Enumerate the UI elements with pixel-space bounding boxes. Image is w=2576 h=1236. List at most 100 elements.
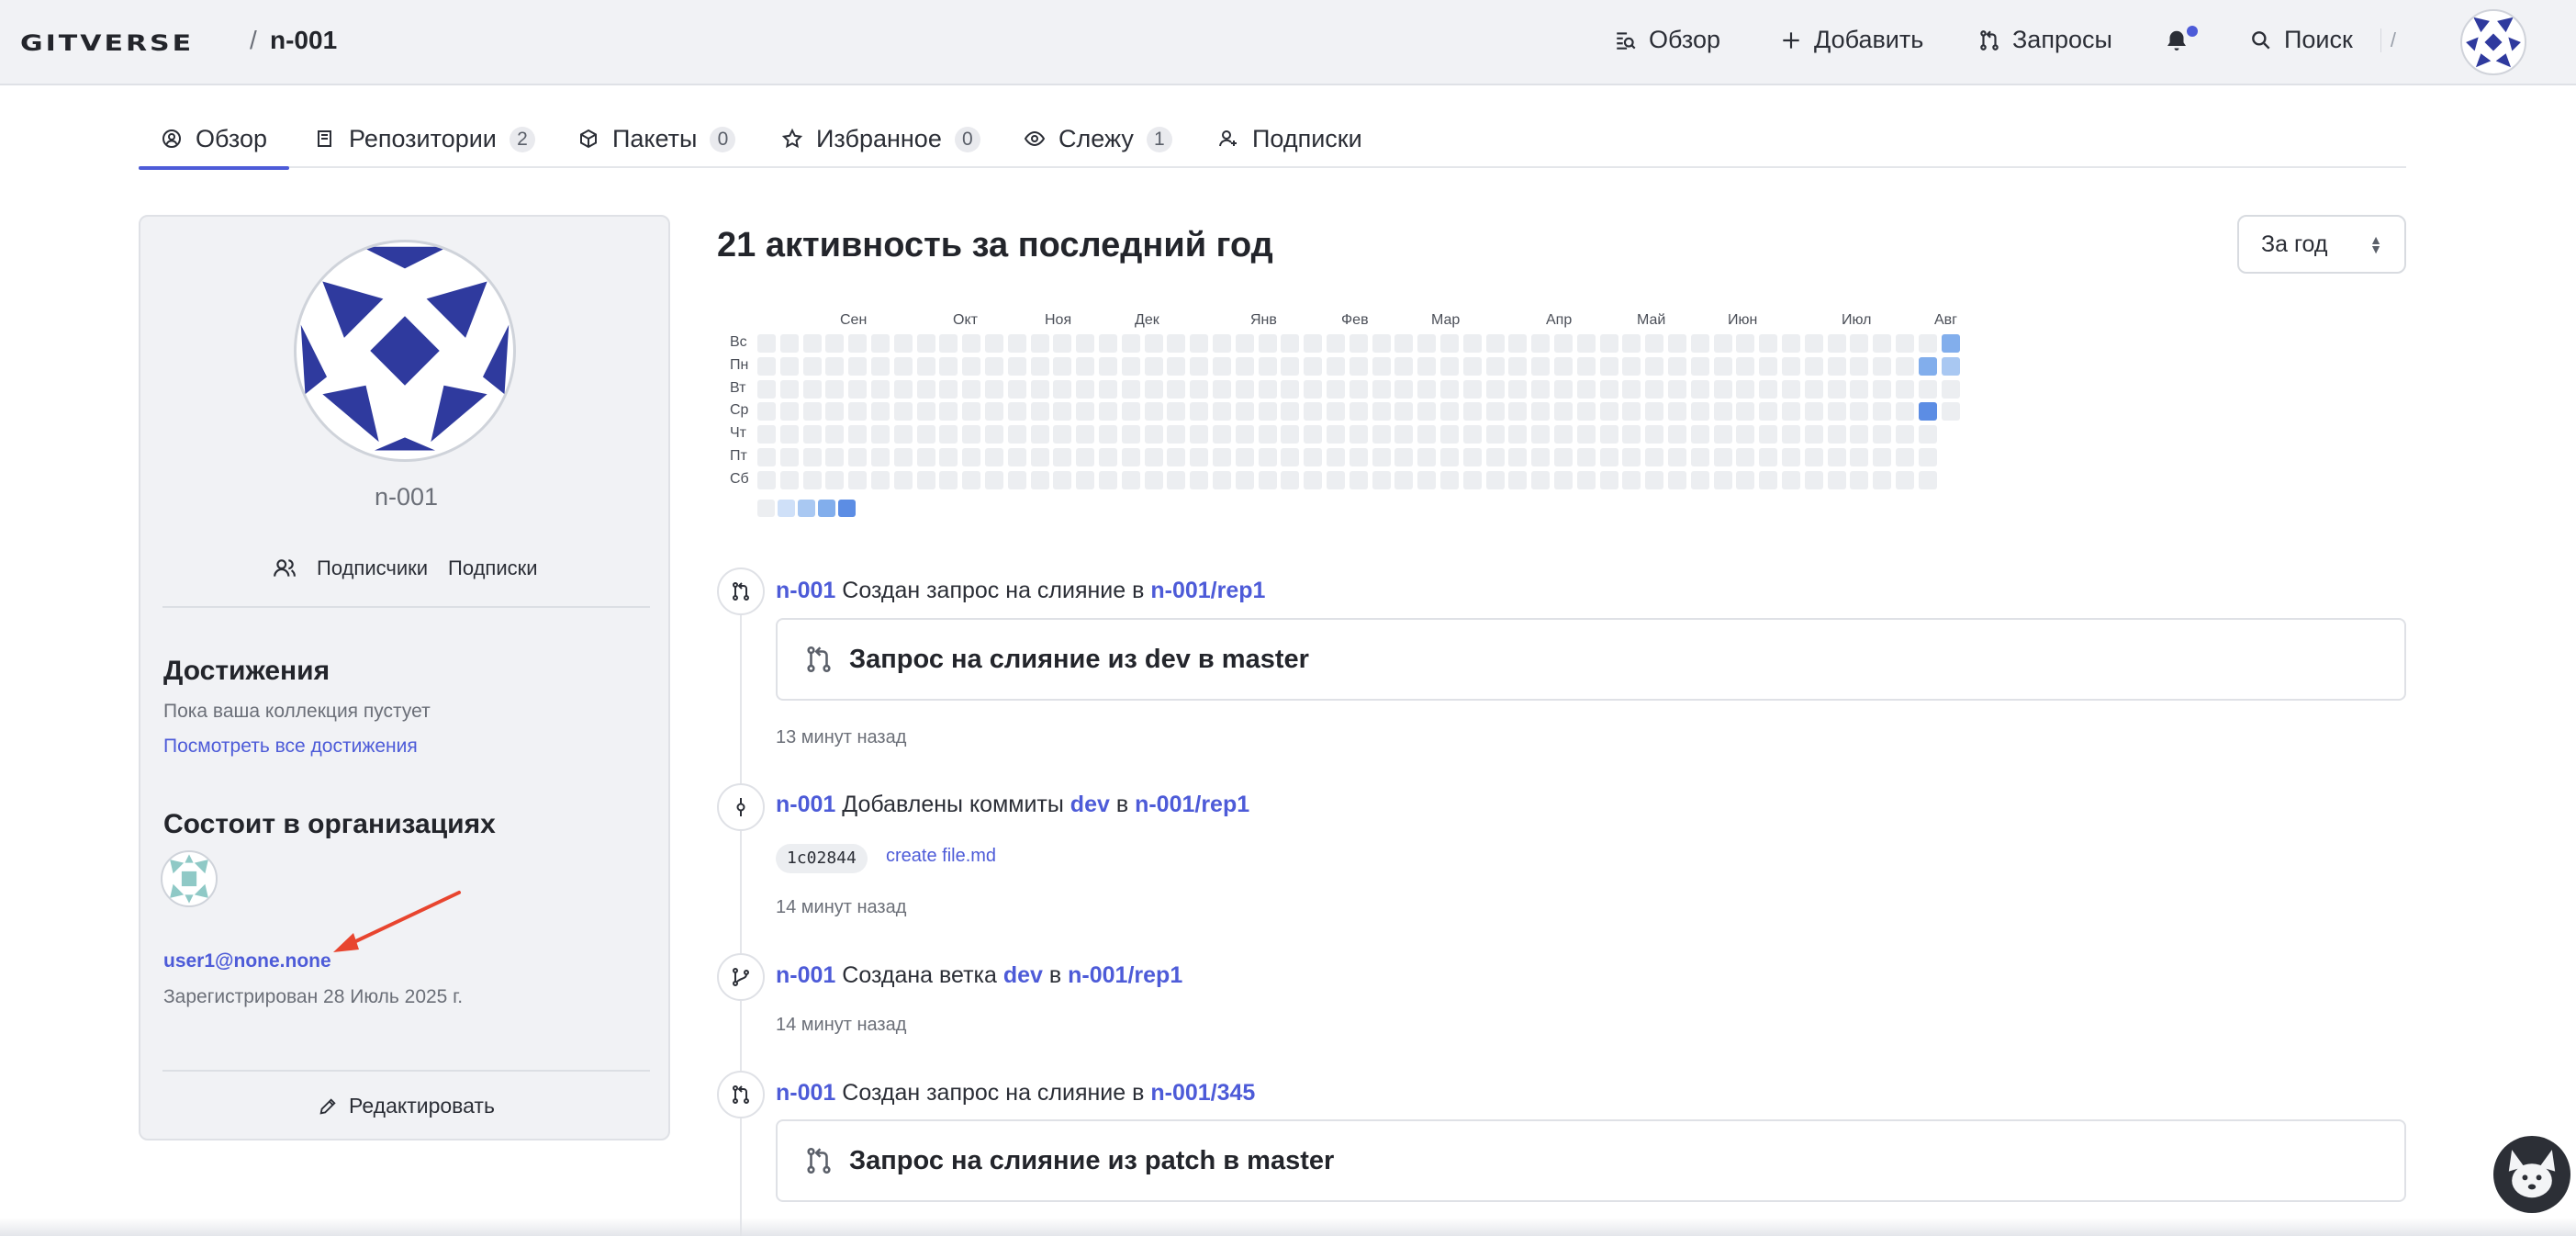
heatmap-cell[interactable] (1941, 402, 1960, 421)
period-select[interactable]: За год ▲ ▼ (2237, 215, 2406, 274)
heatmap-cell[interactable] (1576, 334, 1596, 353)
heatmap-cell[interactable] (1531, 470, 1551, 489)
heatmap-cell[interactable] (1053, 448, 1072, 466)
heatmap-cell[interactable] (1736, 470, 1755, 489)
heatmap-cell[interactable] (1144, 334, 1163, 353)
heatmap-cell[interactable] (1053, 334, 1072, 353)
heatmap-cell[interactable] (1099, 379, 1117, 399)
heatmap-cell[interactable] (1099, 470, 1117, 489)
heatmap-cell[interactable] (1827, 425, 1846, 444)
heatmap-cell[interactable] (1440, 470, 1459, 489)
heatmap-cell[interactable] (1690, 402, 1709, 421)
heatmap-cell[interactable] (1668, 425, 1686, 444)
heatmap-cell[interactable] (1327, 334, 1345, 353)
heatmap-cell[interactable] (1668, 402, 1686, 421)
heatmap-cell[interactable] (962, 448, 981, 466)
heatmap-cell[interactable] (1327, 425, 1345, 444)
heatmap-cell[interactable] (1144, 425, 1163, 444)
heatmap-cell[interactable] (1030, 334, 1049, 353)
pull-request-card[interactable]: Запрос на слияние из patch в master (776, 1119, 2406, 1202)
heatmap-cell[interactable] (1554, 356, 1573, 376)
heatmap-cell[interactable] (1144, 356, 1163, 376)
heatmap-cell[interactable] (939, 334, 958, 353)
heatmap-cell[interactable] (1167, 356, 1186, 376)
tab-packages[interactable]: Пакеты 0 (577, 119, 736, 168)
heatmap-cell[interactable] (1713, 379, 1732, 399)
feed-repo-link[interactable]: n-001/rep1 (1068, 962, 1182, 988)
profile-email[interactable]: user1@none.none (163, 950, 331, 972)
heatmap-cell[interactable] (1053, 402, 1072, 421)
heatmap-cell[interactable] (848, 425, 868, 444)
heatmap-cell[interactable] (1281, 402, 1300, 421)
heatmap-cell[interactable] (1007, 356, 1026, 376)
heatmap-cell[interactable] (1918, 425, 1937, 444)
heatmap-cell[interactable] (802, 356, 822, 376)
heatmap-cell[interactable] (962, 470, 981, 489)
heatmap-cell[interactable] (1759, 379, 1778, 399)
heatmap-cell[interactable] (1782, 425, 1800, 444)
heatmap-cell[interactable] (825, 425, 845, 444)
user-avatar[interactable] (2460, 9, 2526, 75)
heatmap-cell[interactable] (1394, 379, 1414, 399)
heatmap-cell[interactable] (893, 470, 913, 489)
heatmap-cell[interactable] (1918, 402, 1937, 421)
heatmap-cell[interactable] (1782, 334, 1800, 353)
heatmap-cell[interactable] (939, 448, 958, 466)
feed-user-link[interactable]: n-001 (776, 1080, 835, 1106)
heatmap-cell[interactable] (1417, 356, 1437, 376)
heatmap-cell[interactable] (825, 470, 845, 489)
heatmap-cell[interactable] (1645, 402, 1664, 421)
heatmap-cell[interactable] (916, 402, 935, 421)
heatmap-cell[interactable] (1053, 470, 1072, 489)
heatmap-cell[interactable] (1485, 356, 1505, 376)
heatmap-cell[interactable] (1576, 402, 1596, 421)
heatmap-cell[interactable] (825, 356, 845, 376)
heatmap-cell[interactable] (1873, 379, 1892, 399)
heatmap-cell[interactable] (939, 425, 958, 444)
heatmap-cell[interactable] (802, 379, 822, 399)
heatmap-cell[interactable] (779, 402, 799, 421)
heatmap-cell[interactable] (1622, 448, 1641, 466)
heatmap-cell[interactable] (1850, 425, 1869, 444)
heatmap-cell[interactable] (1394, 448, 1414, 466)
heatmap-cell[interactable] (939, 470, 958, 489)
heatmap-cell[interactable] (916, 470, 935, 489)
heatmap-cell[interactable] (1850, 334, 1869, 353)
heatmap-cell[interactable] (1850, 402, 1869, 421)
heatmap-cell[interactable] (1076, 470, 1095, 489)
heatmap-cell[interactable] (1896, 425, 1914, 444)
heatmap-cell[interactable] (1007, 379, 1026, 399)
heatmap-cell[interactable] (1896, 448, 1914, 466)
heatmap-cell[interactable] (1007, 334, 1026, 353)
heatmap-cell[interactable] (779, 470, 799, 489)
heatmap-cell[interactable] (1576, 379, 1596, 399)
heatmap-cell[interactable] (1690, 379, 1709, 399)
heatmap-cell[interactable] (1007, 425, 1026, 444)
heatmap-cell[interactable] (1873, 425, 1892, 444)
heatmap-cell[interactable] (1462, 425, 1482, 444)
heatmap-cell[interactable] (939, 402, 958, 421)
heatmap-cell[interactable] (1417, 379, 1437, 399)
heatmap-cell[interactable] (1508, 379, 1528, 399)
edit-profile-button[interactable]: Редактировать (140, 1094, 672, 1118)
heatmap-cell[interactable] (1053, 425, 1072, 444)
heatmap-cell[interactable] (1121, 334, 1140, 353)
heatmap-cell[interactable] (962, 425, 981, 444)
heatmap-cell[interactable] (893, 356, 913, 376)
heatmap-cell[interactable] (1235, 402, 1254, 421)
tab-subscriptions[interactable]: Подписки (1217, 119, 1362, 168)
heatmap-cell[interactable] (1462, 402, 1482, 421)
heatmap-cell[interactable] (779, 379, 799, 399)
heatmap-cell[interactable] (1281, 425, 1300, 444)
heatmap-cell[interactable] (848, 334, 868, 353)
heatmap-cell[interactable] (1144, 402, 1163, 421)
heatmap-cell[interactable] (1485, 470, 1505, 489)
heatmap-cell[interactable] (1235, 379, 1254, 399)
heatmap-cell[interactable] (1121, 448, 1140, 466)
heatmap-cell[interactable] (1782, 356, 1800, 376)
heatmap-cell[interactable] (757, 470, 776, 489)
heatmap-cell[interactable] (962, 379, 981, 399)
heatmap-cell[interactable] (1622, 402, 1641, 421)
heatmap-cell[interactable] (1804, 379, 1823, 399)
heatmap-cell[interactable] (757, 448, 776, 466)
